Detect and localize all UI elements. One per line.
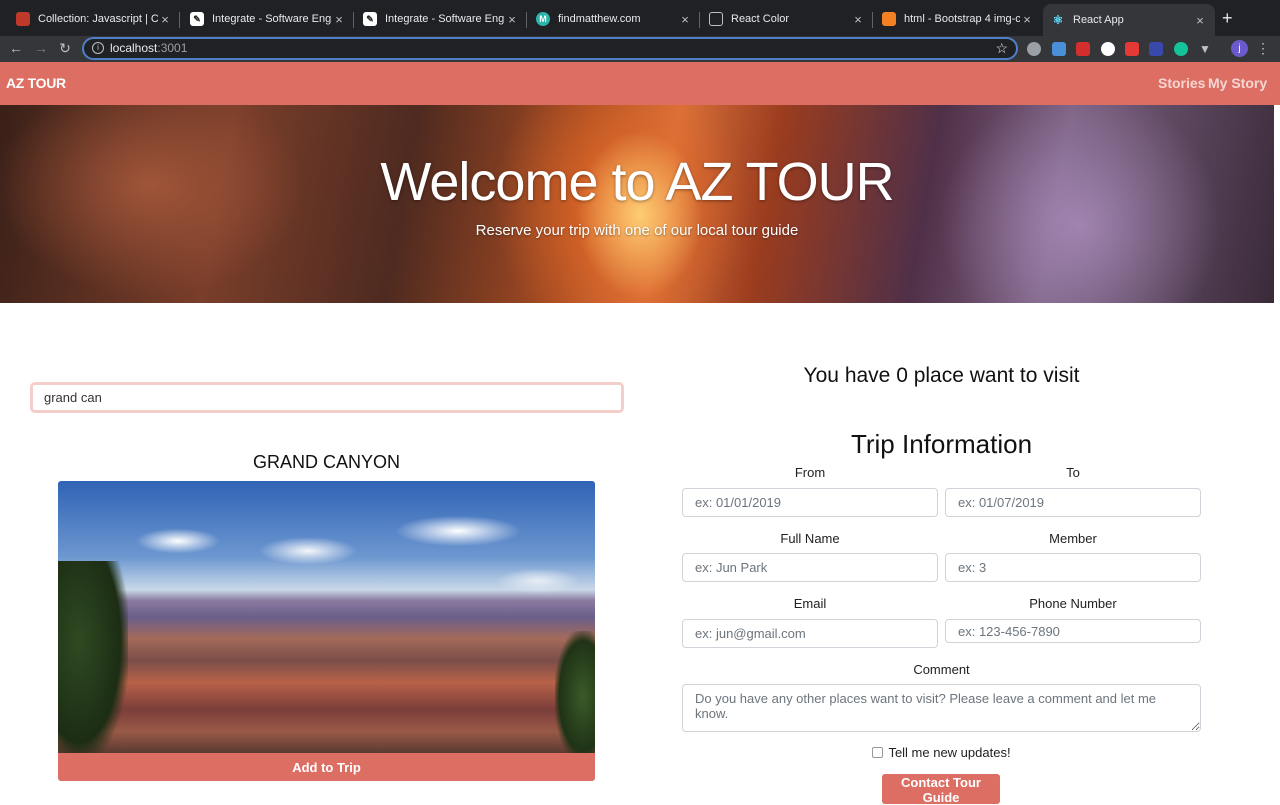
tab-title: React Color bbox=[731, 13, 790, 25]
browser-tab[interactable]: M findmatthew.com × bbox=[528, 4, 700, 34]
bookmark-star-icon[interactable]: ☆ bbox=[995, 40, 1008, 57]
trip-information-heading: Trip Information bbox=[850, 429, 1033, 459]
url-text: localhost:3001 bbox=[110, 41, 187, 55]
email-input[interactable] bbox=[682, 619, 938, 648]
tab-title: Integrate - Software Enginee bbox=[212, 13, 332, 25]
extension-icon[interactable] bbox=[1052, 42, 1066, 56]
close-tab-icon[interactable]: × bbox=[332, 12, 346, 27]
tab-title: html - Bootstrap 4 img-circl bbox=[904, 13, 1020, 25]
from-label: From bbox=[794, 465, 826, 480]
nav-link-stories[interactable]: Stories bbox=[1158, 75, 1205, 91]
full-name-label: Full Name bbox=[780, 531, 840, 546]
react-favicon-icon: ⚛ bbox=[1052, 13, 1064, 27]
close-tab-icon[interactable]: × bbox=[678, 12, 692, 27]
extension-icon[interactable] bbox=[1125, 42, 1139, 56]
brand-logo[interactable]: AZ TOUR bbox=[6, 75, 66, 91]
close-tab-icon[interactable]: × bbox=[851, 12, 865, 27]
codepen-favicon-icon bbox=[16, 12, 30, 26]
phone-label: Phone Number bbox=[1029, 596, 1117, 611]
hero-subtitle: Reserve your trip with one of our local … bbox=[475, 222, 799, 239]
nav-link-my-story[interactable]: My Story bbox=[1208, 75, 1267, 91]
tab-title: React App bbox=[1073, 14, 1124, 26]
browser-tab[interactable]: React Color × bbox=[701, 4, 873, 34]
updates-label: Tell me new updates! bbox=[888, 745, 1011, 760]
site-navbar: AZ TOUR Stories My Story bbox=[0, 62, 1280, 105]
address-bar[interactable]: i localhost:3001 ☆ bbox=[82, 37, 1018, 60]
close-tab-icon[interactable]: × bbox=[505, 12, 519, 27]
email-label: Email bbox=[793, 596, 827, 611]
grammarly-icon[interactable] bbox=[1174, 42, 1188, 56]
place-search-input[interactable]: grand can bbox=[30, 382, 624, 413]
url-port: :3001 bbox=[157, 41, 188, 55]
tree-silhouette bbox=[555, 631, 595, 753]
grand-canyon-photo bbox=[58, 481, 595, 753]
reload-icon[interactable]: ↻ bbox=[55, 38, 75, 58]
member-input[interactable] bbox=[945, 553, 1201, 582]
pen-favicon-icon: ✎ bbox=[190, 12, 204, 26]
browser-tab[interactable]: ✎ Integrate - Software Enginee × bbox=[355, 4, 527, 34]
to-date-input[interactable] bbox=[945, 488, 1201, 517]
phone-input[interactable] bbox=[945, 619, 1201, 643]
vue-devtools-icon[interactable]: ▼ bbox=[1198, 42, 1212, 56]
stackoverflow-favicon-icon bbox=[882, 12, 896, 26]
extension-icon[interactable] bbox=[1076, 42, 1090, 56]
add-to-trip-button[interactable]: Add to Trip bbox=[58, 753, 595, 781]
hero-banner: Welcome to AZ TOUR Reserve your trip wit… bbox=[0, 105, 1274, 303]
tab-title: Integrate - Software Enginee bbox=[385, 13, 505, 25]
browser-tab[interactable]: ✎ Integrate - Software Enginee × bbox=[182, 4, 354, 34]
browser-toolbar: ← → ↻ i localhost:3001 ☆ ▼ j ⋮ bbox=[0, 36, 1280, 62]
profile-avatar[interactable]: j bbox=[1231, 40, 1248, 57]
comment-label: Comment bbox=[913, 662, 970, 677]
tree-silhouette bbox=[58, 561, 128, 753]
hero-title: Welcome to AZ TOUR bbox=[380, 152, 894, 212]
place-title: GRAND CANYON bbox=[252, 452, 400, 472]
tab-title: findmatthew.com bbox=[558, 13, 641, 25]
new-tab-icon[interactable]: + bbox=[1222, 9, 1233, 27]
browser-tab-bar: Collection: Javascript | Code × ✎ Integr… bbox=[0, 0, 1280, 36]
extension-icon[interactable] bbox=[1027, 42, 1041, 56]
findmatthew-favicon-icon: M bbox=[536, 12, 550, 26]
url-host: localhost bbox=[110, 41, 158, 55]
from-date-input[interactable] bbox=[682, 488, 938, 517]
member-label: Member bbox=[1049, 531, 1097, 546]
updates-checkbox[interactable] bbox=[872, 747, 884, 758]
browser-tab[interactable]: Collection: Javascript | Code × bbox=[8, 4, 180, 34]
extension-icon[interactable] bbox=[1101, 42, 1115, 56]
back-icon[interactable]: ← bbox=[6, 38, 26, 58]
browser-tab[interactable]: html - Bootstrap 4 img-circl × bbox=[874, 4, 1042, 34]
close-tab-icon[interactable]: × bbox=[158, 12, 172, 27]
to-label: To bbox=[1066, 465, 1080, 480]
extension-icon[interactable] bbox=[1149, 42, 1163, 56]
browser-tab-active[interactable]: ⚛ React App × bbox=[1043, 4, 1215, 36]
tab-title: Collection: Javascript | Code bbox=[38, 13, 158, 25]
document-favicon-icon bbox=[709, 12, 723, 26]
full-name-input[interactable] bbox=[682, 553, 938, 582]
pen-favicon-icon: ✎ bbox=[363, 12, 377, 26]
close-tab-icon[interactable]: × bbox=[1020, 12, 1034, 27]
info-icon[interactable]: i bbox=[92, 42, 104, 54]
comment-textarea[interactable] bbox=[682, 684, 1201, 732]
visit-count-text: You have 0 place want to visit bbox=[803, 364, 1080, 387]
browser-menu-icon[interactable]: ⋮ bbox=[1256, 40, 1270, 57]
updates-checkbox-row: Tell me new updates! bbox=[682, 745, 1201, 760]
close-tab-icon[interactable]: × bbox=[1193, 13, 1207, 28]
forward-icon[interactable]: → bbox=[31, 38, 51, 58]
